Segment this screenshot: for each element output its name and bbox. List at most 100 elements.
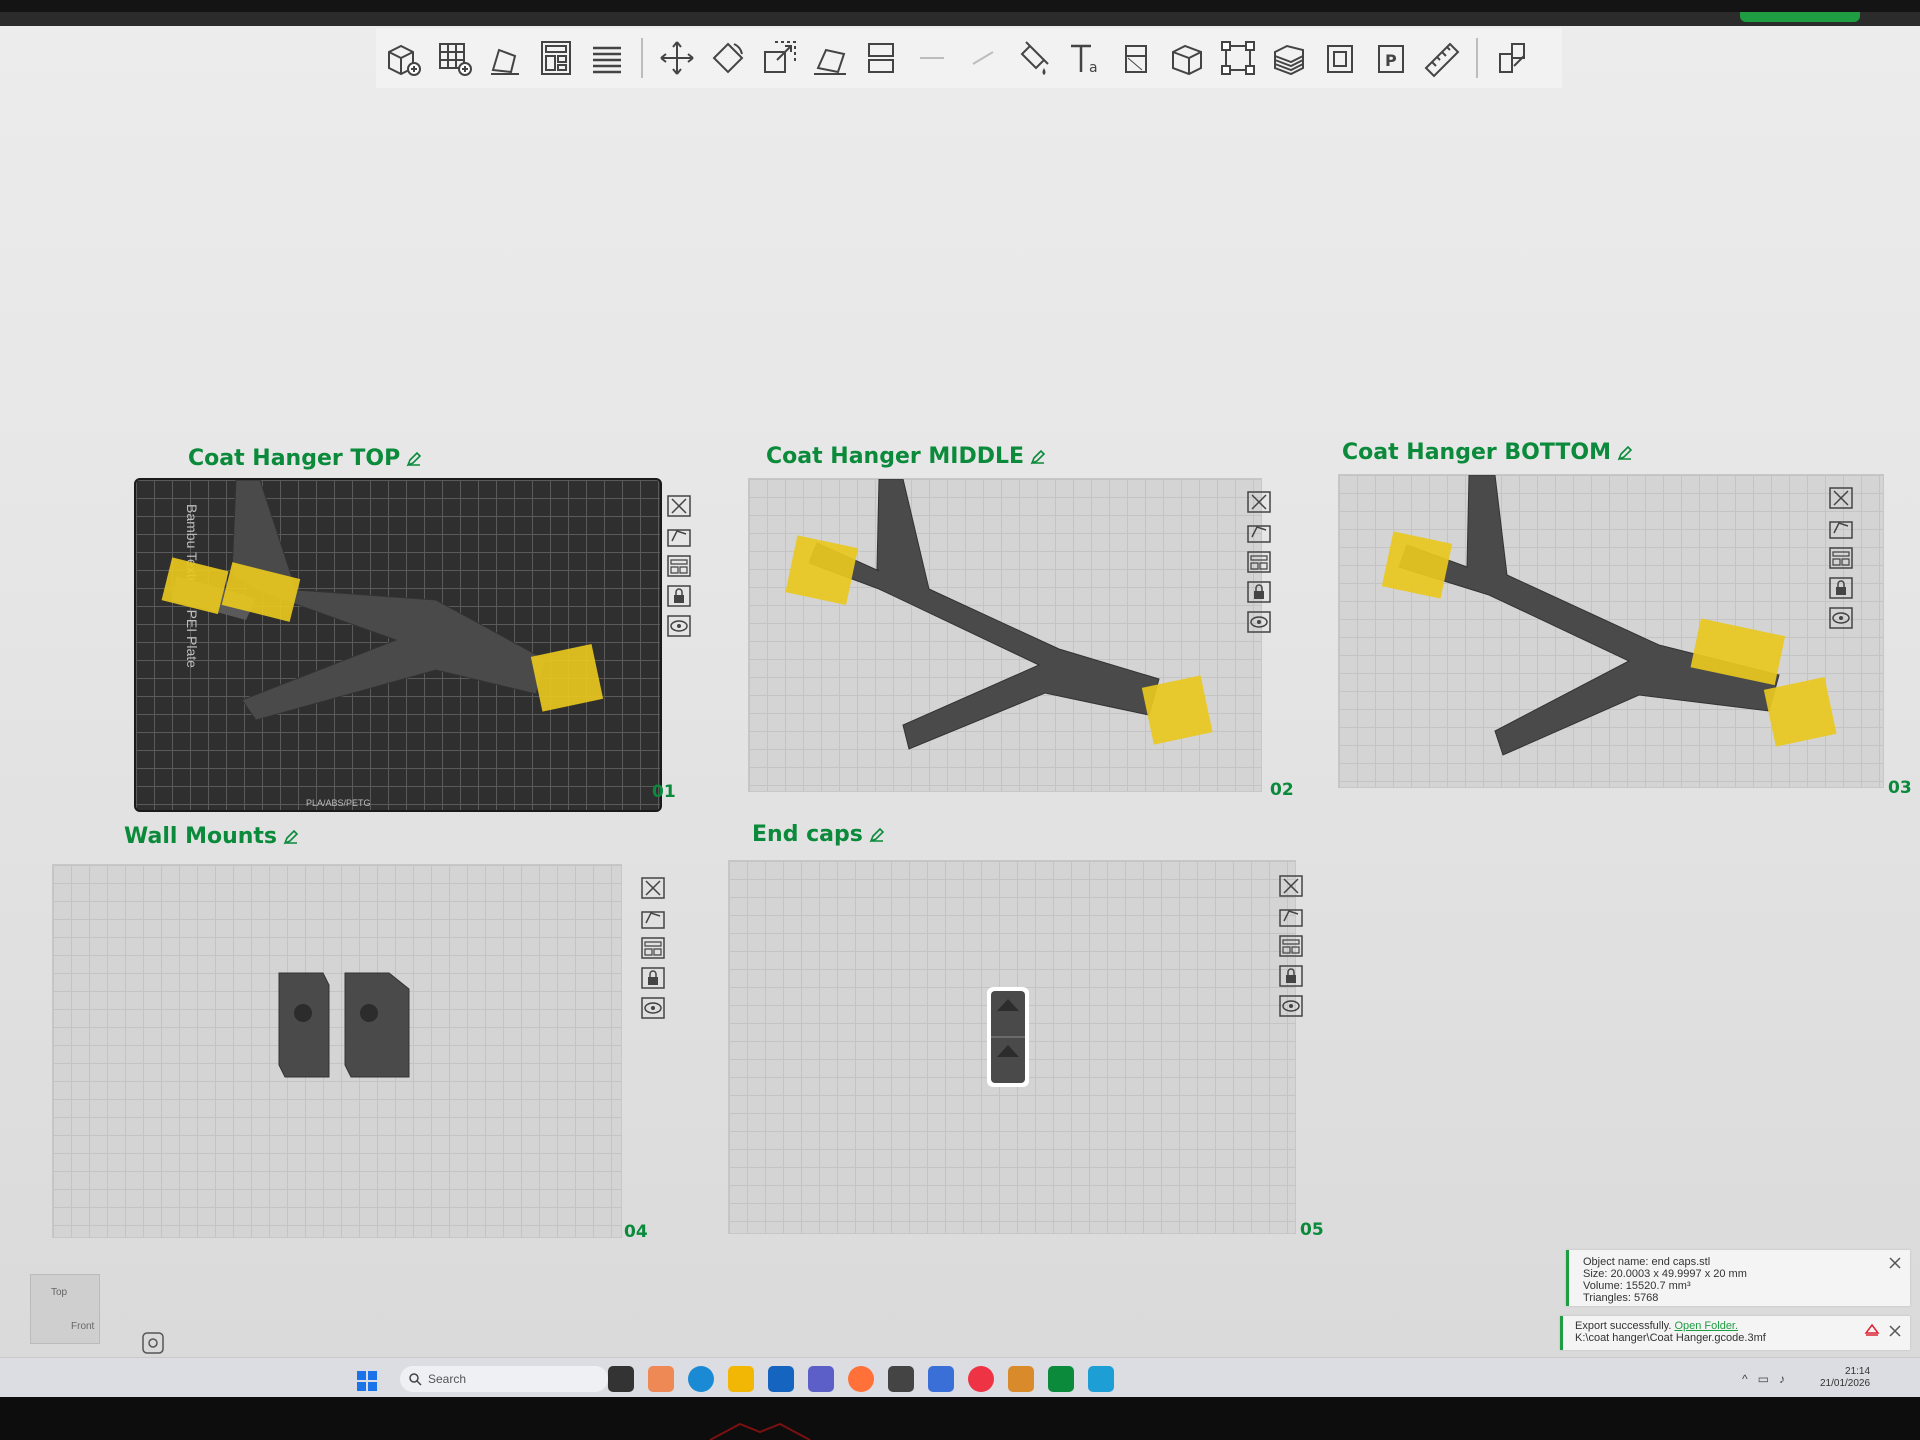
arrange-plate-icon[interactable] [1278,934,1304,958]
plate-number: 02 [1270,780,1294,800]
model-wall-mounts[interactable] [53,865,621,1237]
volume-icon[interactable]: ♪ [1779,1372,1785,1386]
edit-icon[interactable] [406,451,422,467]
close-icon[interactable] [1828,486,1854,510]
build-plate-04[interactable] [52,864,622,1238]
app-icon[interactable] [1088,1366,1114,1392]
plate-title-01[interactable]: Coat Hanger TOP [188,446,422,471]
view-cube-top[interactable]: Top [51,1287,67,1298]
arrange-plate-icon[interactable] [666,554,692,578]
eye-icon[interactable] [666,614,692,638]
redo-icon[interactable] [962,37,1004,79]
open-folder-link[interactable]: Open Folder. [1674,1320,1738,1332]
outlook-icon[interactable] [768,1366,794,1392]
tray-chevron-icon[interactable]: ^ [1742,1372,1748,1386]
eye-icon[interactable] [1246,610,1272,634]
windows-start-icon[interactable] [356,1370,378,1392]
close-icon[interactable] [1278,874,1304,898]
build-plate-01[interactable]: Bambu Textured PEI Plate PLA/ABS/PETG [134,478,662,812]
add-object-icon[interactable] [382,37,424,79]
lock-icon[interactable] [1278,964,1304,988]
lock-icon[interactable] [640,966,666,990]
plate-title-05[interactable]: End caps [752,822,885,847]
close-icon[interactable] [1886,1254,1904,1272]
plate-title-04[interactable]: Wall Mounts [124,824,299,849]
rotate-icon[interactable] [707,37,749,79]
arrange-plate-icon[interactable] [640,936,666,960]
plate-title-02[interactable]: Coat Hanger MIDDLE [766,444,1046,469]
plate-number: 01 [652,782,676,802]
view-cube-front[interactable]: Front [71,1321,94,1332]
taskbar-search[interactable]: Search [400,1366,608,1392]
teams-icon[interactable] [808,1366,834,1392]
arrange-icon[interactable] [535,37,577,79]
add-plate-icon[interactable] [433,37,475,79]
close-icon[interactable] [1886,1322,1904,1340]
orient-plate-icon[interactable] [1278,904,1304,928]
support-icon[interactable]: P [1370,37,1412,79]
slicer-icon[interactable] [1008,1366,1034,1392]
plate-title-03[interactable]: Coat Hanger BOTTOM [1342,440,1633,465]
model-coat-hanger-top[interactable] [136,480,660,810]
close-icon[interactable] [1246,490,1272,514]
measure-icon[interactable] [1421,37,1463,79]
edit-icon[interactable] [283,829,299,845]
chrome-icon[interactable] [968,1366,994,1392]
title-strip [0,12,1920,26]
variable-layer-icon[interactable] [1268,37,1310,79]
model-coat-hanger-bottom[interactable] [1339,475,1883,787]
file-explorer-icon[interactable] [728,1366,754,1392]
undo-icon[interactable] [911,37,953,79]
close-icon[interactable] [640,876,666,900]
firefox-icon[interactable] [848,1366,874,1392]
model-coat-hanger-middle[interactable] [749,479,1261,791]
build-plate-03[interactable] [1338,474,1884,788]
view-cube[interactable]: Top Front [30,1274,100,1344]
eject-icon[interactable] [1864,1322,1880,1338]
scale-icon[interactable] [758,37,800,79]
vpn-icon[interactable] [888,1366,914,1392]
assembly-icon[interactable] [1491,37,1533,79]
orient-plate-icon[interactable] [1828,516,1854,540]
edit-icon[interactable] [1030,449,1046,465]
paint-icon[interactable] [1013,37,1055,79]
network-icon[interactable]: ▭ [1758,1372,1769,1386]
save-app-icon[interactable] [928,1366,954,1392]
plate-toolbar-04 [640,876,666,1020]
build-plate-02[interactable] [748,478,1262,792]
edit-icon[interactable] [1617,445,1633,461]
edge-icon[interactable] [688,1366,714,1392]
model-end-caps[interactable] [729,861,1295,1233]
seam-icon[interactable] [1319,37,1361,79]
arrange-plate-icon[interactable] [1828,546,1854,570]
auto-orient-icon[interactable] [484,37,526,79]
camera-reset-icon[interactable] [140,1330,166,1356]
task-view-icon[interactable] [608,1366,634,1392]
orient-plate-icon[interactable] [666,524,692,548]
slice-button[interactable] [1740,12,1860,22]
layers-list-icon[interactable] [586,37,628,79]
taskbar-apps [608,1366,1114,1392]
edit-icon[interactable] [869,827,885,843]
move-icon[interactable] [656,37,698,79]
split-icon[interactable] [860,37,902,79]
copilot-icon[interactable] [648,1366,674,1392]
orient-plate-icon[interactable] [640,906,666,930]
bounding-box-icon[interactable] [1217,37,1259,79]
lock-icon[interactable] [1828,576,1854,600]
eye-icon[interactable] [1278,994,1304,1018]
bambu-studio-taskbar-icon[interactable] [1048,1366,1074,1392]
lock-icon[interactable] [1246,580,1272,604]
arrange-plate-icon[interactable] [1246,550,1272,574]
clock[interactable]: 21:14 21/01/2026 [1820,1366,1870,1390]
eye-icon[interactable] [1828,606,1854,630]
text-icon[interactable]: a [1064,37,1106,79]
lay-on-face-icon[interactable] [809,37,851,79]
boolean-icon[interactable] [1166,37,1208,79]
close-icon[interactable] [666,494,692,518]
orient-plate-icon[interactable] [1246,520,1272,544]
eye-icon[interactable] [640,996,666,1020]
cut-icon[interactable] [1115,37,1157,79]
lock-icon[interactable] [666,584,692,608]
build-plate-05[interactable] [728,860,1296,1234]
